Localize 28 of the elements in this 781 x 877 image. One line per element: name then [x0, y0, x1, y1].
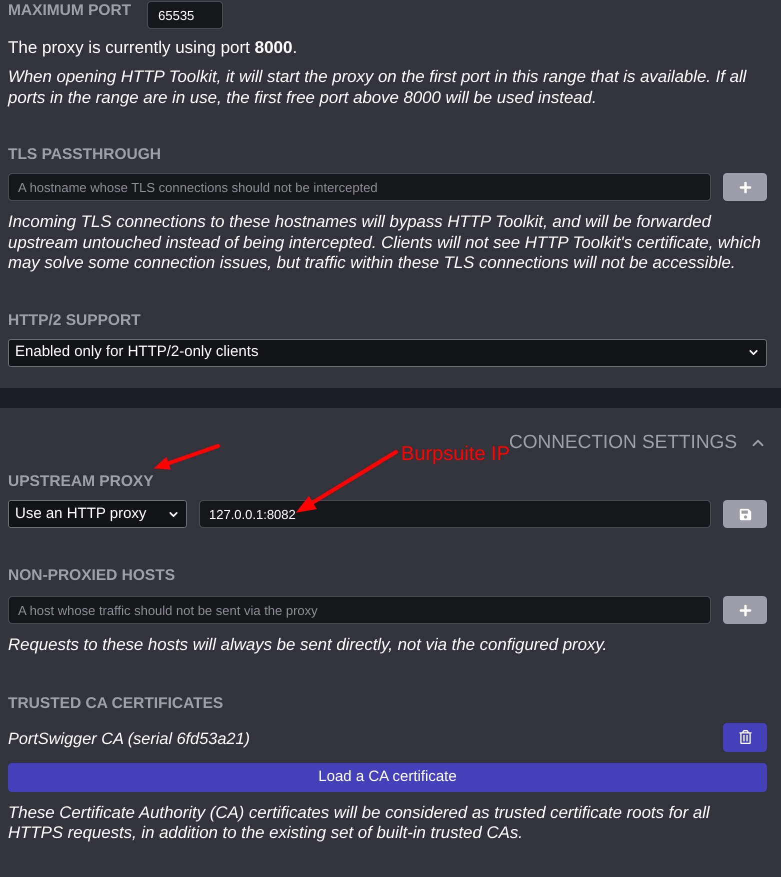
section-toggle[interactable]: CONNECTION SETTINGS — [508, 431, 767, 455]
proxy-address-input[interactable]: 127.0.0.1:8082 — [199, 500, 711, 528]
add-button[interactable] — [723, 596, 767, 624]
field-label: TRUSTED CA CERTIFICATES — [8, 694, 224, 714]
add-button[interactable] — [723, 173, 767, 201]
port-input[interactable]: 65535 — [147, 1, 224, 29]
delete-button[interactable] — [723, 722, 767, 752]
host-input[interactable]: A host whose traffic should not be sent via the proxy — [8, 596, 711, 624]
load-certificate-button[interactable]: Load a CA certificate — [8, 762, 767, 792]
plus-icon — [738, 180, 752, 194]
hostname-input[interactable]: A hostname whose TLS connections should not be intercepted — [8, 173, 711, 201]
proxy-status-text: The proxy is currently using port 8000. — [8, 38, 298, 58]
port-note-text: When opening HTTP Toolkit, it will start the proxy on the first port in this range that is available. If all ports in the range are in use, the first free port above 8000 will be used instead. — [8, 67, 748, 108]
certificate-name: PortSwigger CA (serial 6fd53a21) — [8, 728, 250, 748]
field-label: UPSTREAM PROXY — [8, 472, 154, 492]
field-label: NON-PROXIED HOSTS — [8, 566, 176, 586]
hosts-note-text: Requests to these hosts will always be sent directly, not via the configured proxy. — [8, 635, 608, 656]
field-label: TLS PASSTHROUGH — [8, 145, 161, 165]
http2-select[interactable]: Enabled only for HTTP/2-only clients — [8, 338, 767, 366]
field-label: MAXIMUM PORT — [8, 1, 132, 21]
field-label: HTTP/2 SUPPORT — [8, 310, 141, 330]
annotation-text: Burpsuite IP — [401, 442, 510, 466]
certificates-note-text: These Certificate Authority (CA) certificates will be considered as trusted certificate roots for all HTTPS requests, in addition to the existing set of built-in trusted CAs. — [8, 802, 711, 844]
plus-icon — [738, 604, 752, 616]
proxy-type-select[interactable]: Use an HTTP proxy — [8, 500, 187, 528]
tls-note-text: Incoming TLS connections to these hostnames will bypass HTTP Toolkit, and will be forwarded upstream untouched instead of being intercepted. Clients will not see HTTP Toolkit's certificate, which may solve some connection issues, but traffic within these TLS connections will not be accessible. — [8, 212, 762, 274]
trash-icon — [738, 730, 752, 744]
save-button[interactable] — [723, 500, 767, 528]
